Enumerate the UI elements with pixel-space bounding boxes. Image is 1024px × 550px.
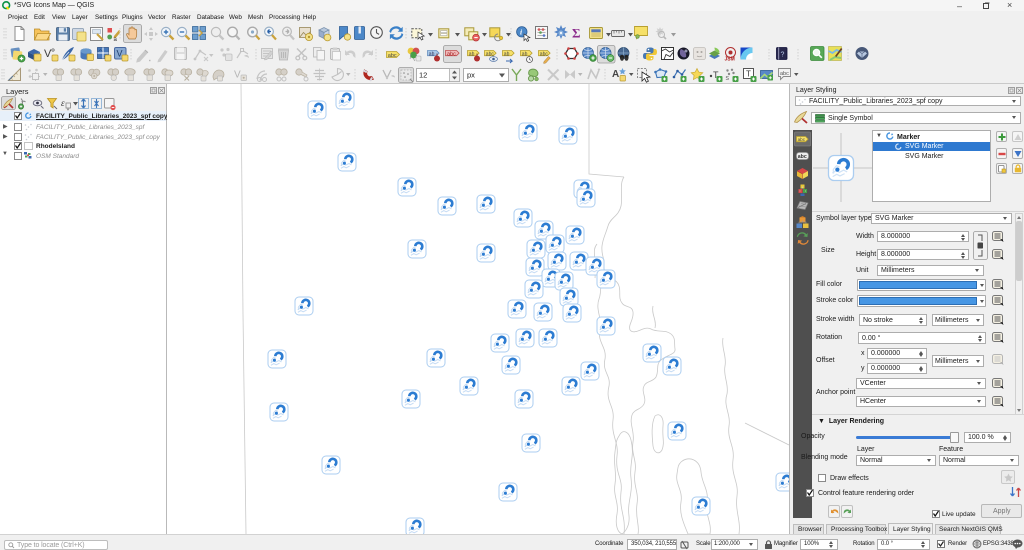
svg-text:V: V: [117, 49, 123, 59]
svg-text:Σ: Σ: [572, 26, 581, 41]
svg-text:V: V: [234, 70, 241, 81]
svg-text:abc: abc: [798, 137, 806, 142]
svg-text:ε: ε: [61, 98, 65, 108]
svg-text:abc: abc: [798, 154, 807, 160]
svg-text:JSM: JSM: [725, 57, 735, 63]
svg-text:ab: ab: [522, 51, 528, 57]
svg-text:abc: abc: [780, 71, 789, 77]
svg-text:px: px: [467, 71, 475, 80]
svg-text:?: ?: [781, 52, 785, 59]
svg-text:ab: ab: [469, 51, 475, 57]
svg-text:abc: abc: [540, 51, 549, 57]
svg-text:a: a: [114, 37, 118, 43]
svg-text:A: A: [612, 69, 619, 80]
svg-text:s: s: [726, 75, 730, 82]
svg-text:V: V: [44, 48, 52, 60]
svg-text:ab: ab: [504, 51, 510, 57]
svg-text:abc: abc: [388, 53, 397, 59]
svg-text:T: T: [746, 70, 751, 79]
svg-text:12: 12: [419, 71, 427, 80]
svg-text:ab: ab: [429, 51, 435, 57]
svg-text:abc: abc: [447, 51, 456, 57]
